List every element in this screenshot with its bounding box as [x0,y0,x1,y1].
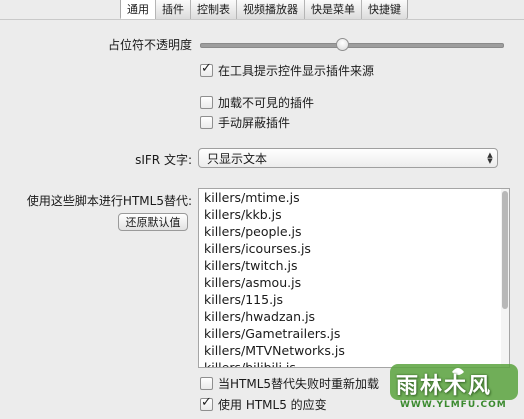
scripts-list-scroll-thumb[interactable] [502,191,508,309]
updown-arrows-icon: ▲ ▼ [487,151,493,165]
sifr-label: sIFR 文字: [135,153,192,167]
tab-shortcut-menu[interactable]: 快是菜单 [305,0,362,19]
opacity-slider-knob[interactable] [335,38,349,51]
load-invisible-checkbox[interactable] [200,96,213,109]
preferences-tab-bar: 通用 插件 控制表 视频播放器 快是菜单 快捷键 [120,0,408,20]
script-list-item[interactable]: killers/mtime.js [199,189,509,206]
script-list-item[interactable]: killers/115.js [199,291,509,308]
sifr-selected-value: 只显示文本 [207,151,268,166]
scripts-list[interactable]: killers/mtime.js killers/kkb.js killers/pe… [198,188,510,368]
sifr-select[interactable]: 只显示文本 ▲ ▼ [198,148,498,168]
opacity-slider-track[interactable] [200,43,504,48]
script-list-item[interactable]: killers/hwadzan.js [199,308,509,325]
scripts-label: 使用这些脚本进行HTML5替代: [26,194,192,208]
script-list-item[interactable]: killers/icourses.js [199,240,509,257]
load-invisible-option[interactable]: 加载不可見的插件 [200,94,314,111]
load-invisible-label: 加载不可見的插件 [218,96,315,110]
tab-hotkeys[interactable]: 快捷键 [362,0,407,19]
script-list-item[interactable]: killers/Gametrailers.js [199,325,509,342]
tab-video-player[interactable]: 视频播放器 [237,0,305,19]
script-list-item[interactable]: killers/people.js [199,223,509,240]
watermark-url: WWW.YLMFU.COM [400,400,507,410]
use-html5-label: 使用 HTML5 的应变 [218,398,327,412]
reload-on-fail-label: 当HTML5替代失败时重新加载 [218,377,380,391]
scripts-list-scrollbar[interactable] [501,189,509,367]
script-list-item[interactable]: killers/MTVNetworks.js [199,342,509,359]
restore-defaults-button[interactable]: 还原默认值 [118,213,188,231]
use-html5-checkbox[interactable] [200,395,213,411]
tab-plugins[interactable]: 插件 [156,0,191,19]
reload-on-fail-option[interactable]: 当HTML5替代失败时重新加载 [200,375,379,392]
tab-divider [0,19,524,20]
manual-block-label: 手动屏蔽插件 [218,116,291,130]
tab-control-list[interactable]: 控制表 [191,0,237,19]
manual-block-checkbox[interactable] [200,116,213,129]
opacity-label: 占位符不透明度 [107,38,192,52]
show-plugin-source-label: 在工具提示控件显示插件来源 [218,64,375,78]
reload-on-fail-checkbox[interactable] [200,377,213,390]
manual-block-option[interactable]: 手动屏蔽插件 [200,114,290,131]
use-html5-option[interactable]: 使用 HTML5 的应变 [200,395,327,413]
script-list-item[interactable]: killers/twitch.js [199,257,509,274]
tab-general[interactable]: 通用 [121,0,156,19]
watermark-logo: 雨林木风 WWW.YLMFU.COM [388,362,520,416]
script-list-item[interactable]: killers/asmou.js [199,274,509,291]
show-plugin-source-checkbox[interactable] [200,61,213,77]
show-plugin-source-option[interactable]: 在工具提示控件显示插件来源 [200,61,375,79]
script-list-item[interactable]: killers/kkb.js [199,206,509,223]
watermark-text: 雨林木风 [396,374,493,399]
